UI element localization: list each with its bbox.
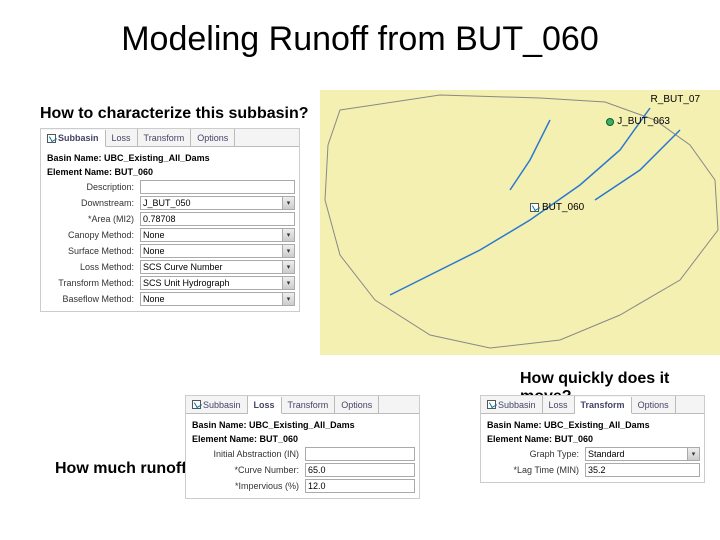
tab-subbasin[interactable]: Subbasin	[481, 396, 543, 413]
ia-label: Initial Abstraction (IN)	[190, 449, 305, 459]
question-runoff: How much runoff?	[55, 460, 196, 478]
loss-label: Loss Method:	[45, 262, 140, 272]
map-svg	[320, 90, 720, 355]
imp-input[interactable]: 12.0	[305, 479, 415, 493]
graph-type-label: Graph Type:	[485, 449, 585, 459]
tab-options[interactable]: Options	[632, 396, 676, 413]
element-name-label: Element Name:	[487, 434, 552, 444]
tab-transform[interactable]: Transform	[282, 396, 336, 413]
panel1-tabs: Subbasin Loss Transform Options	[41, 129, 299, 147]
surface-select[interactable]: None▾	[140, 244, 295, 258]
basin-name-value: UBC_Existing_All_Dams	[249, 420, 355, 430]
lag-input[interactable]: 35.2	[585, 463, 700, 477]
loss-panel: Subbasin Loss Transform Options Basin Na…	[185, 395, 420, 499]
question-characterize: How to characterize this subbasin?	[40, 105, 309, 123]
slide-title: Modeling Runoff from BUT_060	[0, 20, 720, 59]
tab-options[interactable]: Options	[191, 129, 235, 146]
transform-select[interactable]: SCS Unit Hydrograph▾	[140, 276, 295, 290]
loss-select[interactable]: SCS Curve Number▾	[140, 260, 295, 274]
area-input[interactable]: 0.78708	[140, 212, 295, 226]
subbasin-tab-icon	[192, 400, 201, 409]
element-name-value: BUT_060	[555, 434, 594, 444]
imp-label: *Impervious (%)	[190, 481, 305, 491]
map-reach-label: R_BUT_07	[651, 94, 700, 105]
canopy-select[interactable]: None▾	[140, 228, 295, 242]
element-name-label: Element Name:	[192, 434, 257, 444]
slide: Modeling Runoff from BUT_060 How to char…	[0, 0, 720, 540]
subbasin-tab-icon	[47, 134, 56, 143]
chevron-down-icon: ▾	[282, 261, 294, 273]
transform-panel: Subbasin Loss Transform Options Basin Na…	[480, 395, 705, 483]
tab-loss[interactable]: Loss	[248, 397, 282, 414]
junction-icon	[606, 118, 614, 126]
panel1-body: Basin Name: UBC_Existing_All_Dams Elemen…	[41, 147, 299, 311]
ia-input[interactable]	[305, 447, 415, 461]
panel3-body: Basin Name: UBC_Existing_All_Dams Elemen…	[481, 414, 704, 482]
tab-loss[interactable]: Loss	[106, 129, 138, 146]
description-label: Description:	[45, 182, 140, 192]
basin-name-label: Basin Name:	[47, 153, 102, 163]
cn-input[interactable]: 65.0	[305, 463, 415, 477]
tab-transform[interactable]: Transform	[138, 129, 192, 146]
chevron-down-icon: ▾	[282, 277, 294, 289]
subbasin-tab-icon	[487, 400, 496, 409]
basin-name-value: UBC_Existing_All_Dams	[544, 420, 650, 430]
element-name-value: BUT_060	[260, 434, 299, 444]
element-name-value: BUT_060	[115, 167, 154, 177]
subbasin-properties-panel: Subbasin Loss Transform Options Basin Na…	[40, 128, 300, 312]
tab-loss[interactable]: Loss	[543, 396, 575, 413]
description-input[interactable]	[140, 180, 295, 194]
reach-text: R_BUT_07	[651, 94, 700, 105]
baseflow-select[interactable]: None▾	[140, 292, 295, 306]
map-junction-label: J_BUT_063	[606, 116, 670, 127]
chevron-down-icon: ▾	[282, 245, 294, 257]
tab-subbasin[interactable]: Subbasin	[186, 396, 248, 413]
basin-name-value: UBC_Existing_All_Dams	[104, 153, 210, 163]
basin-map: R_BUT_07 J_BUT_063 BUT_060	[320, 90, 720, 355]
graph-type-select[interactable]: Standard▾	[585, 447, 700, 461]
downstream-select[interactable]: J_BUT_050▾	[140, 196, 295, 210]
area-label: *Area (MI2)	[45, 214, 140, 224]
chevron-down-icon: ▾	[282, 197, 294, 209]
element-name-label: Element Name:	[47, 167, 112, 177]
panel3-tabs: Subbasin Loss Transform Options	[481, 396, 704, 414]
subbasin-text: BUT_060	[542, 202, 584, 213]
map-subbasin-label: BUT_060	[530, 202, 584, 213]
baseflow-label: Baseflow Method:	[45, 294, 140, 304]
basin-name-label: Basin Name:	[192, 420, 247, 430]
chevron-down-icon: ▾	[687, 448, 699, 460]
basin-name-label: Basin Name:	[487, 420, 542, 430]
chevron-down-icon: ▾	[282, 293, 294, 305]
lag-label: *Lag Time (MIN)	[485, 465, 585, 475]
downstream-label: Downstream:	[45, 198, 140, 208]
panel2-tabs: Subbasin Loss Transform Options	[186, 396, 419, 414]
panel2-body: Basin Name: UBC_Existing_All_Dams Elemen…	[186, 414, 419, 498]
subbasin-icon	[530, 203, 539, 212]
surface-label: Surface Method:	[45, 246, 140, 256]
cn-label: *Curve Number:	[190, 465, 305, 475]
tab-options[interactable]: Options	[335, 396, 379, 413]
transform-label: Transform Method:	[45, 278, 140, 288]
junction-text: J_BUT_063	[617, 116, 670, 127]
tab-transform[interactable]: Transform	[575, 397, 632, 414]
canopy-label: Canopy Method:	[45, 230, 140, 240]
tab-subbasin[interactable]: Subbasin	[41, 130, 106, 147]
chevron-down-icon: ▾	[282, 229, 294, 241]
